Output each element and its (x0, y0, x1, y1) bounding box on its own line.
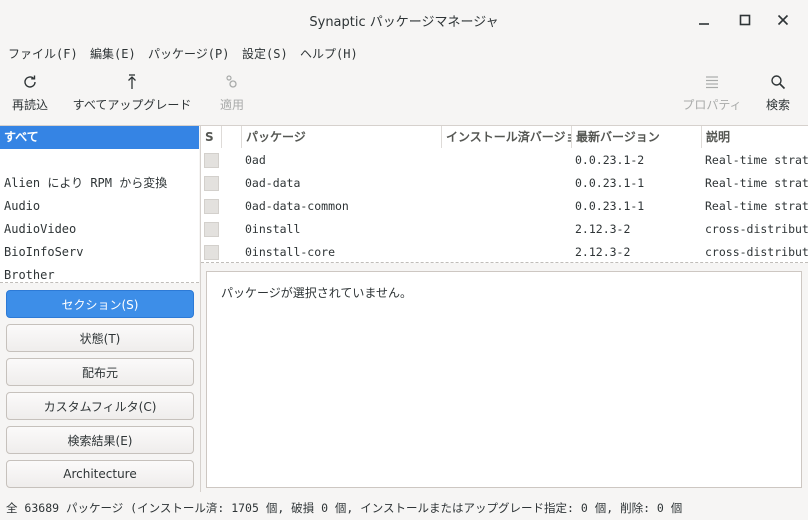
column-header-support[interactable] (221, 126, 241, 148)
table-row[interactable]: 0ad-data 0.0.23.1-1 Real-time strategy (201, 172, 808, 195)
package-description: cross-distribution (705, 222, 808, 236)
menu-edit[interactable]: 編集(E) (90, 45, 136, 62)
table-row[interactable]: 0install-core 2.12.3-2 cross-distributio… (201, 241, 808, 262)
package-status-checkbox[interactable] (204, 153, 219, 168)
category-item-blank[interactable] (0, 149, 199, 172)
column-header-status[interactable]: S (201, 126, 221, 148)
category-item-all[interactable]: すべて (0, 126, 199, 149)
column-header-description[interactable]: 説明 (701, 126, 808, 148)
window-title: Synaptic パッケージマネージャ (309, 15, 499, 30)
menu-settings[interactable]: 設定(S) (242, 45, 288, 62)
minimize-button[interactable] (692, 8, 716, 32)
latest-version: 0.0.23.1-1 (575, 199, 645, 213)
category-item-bioinfoserv[interactable]: BioInfoServ (0, 241, 199, 264)
package-details-pane: パッケージが選択されていません。 (206, 271, 802, 488)
status-bar: 全 63689 パッケージ (インストール済: 1705 個, 破損 0 個, … (6, 501, 683, 515)
table-row[interactable]: 0ad-data-common 0.0.23.1-1 Real-time str… (201, 195, 808, 218)
properties-button[interactable]: プロパティ (680, 74, 744, 113)
package-list: S パッケージ インストール済バージョン 最新バージョン 説明 0ad 0.0.… (201, 126, 808, 263)
origin-filter-button[interactable]: 配布元 (6, 358, 194, 386)
latest-version: 2.12.3-2 (575, 222, 631, 236)
architecture-filter-button[interactable]: Architecture (6, 460, 194, 488)
category-item-audio[interactable]: Audio (0, 195, 199, 218)
menu-bar: ファイル(F) 編集(E) パッケージ(P) 設定(S) ヘルプ(H) (0, 40, 808, 66)
table-row[interactable]: 0install 2.12.3-2 cross-distribution (201, 218, 808, 241)
properties-label: プロパティ (682, 98, 742, 112)
search-results-filter-button[interactable]: 検索結果(E) (6, 426, 194, 454)
package-status-checkbox[interactable] (204, 245, 219, 260)
search-icon (771, 75, 786, 90)
package-name: 0ad-data (245, 176, 301, 190)
installed-version (445, 172, 569, 195)
latest-version: 0.0.23.1-1 (575, 176, 645, 190)
installed-version (445, 195, 569, 218)
minimize-icon (699, 23, 709, 25)
sections-filter-button[interactable]: セクション(S) (6, 290, 194, 318)
custom-filter-button[interactable]: カスタムフィルタ(C) (6, 392, 194, 420)
apply-label: 適用 (219, 98, 244, 112)
close-button[interactable] (771, 8, 795, 32)
table-row[interactable]: 0ad 0.0.23.1-2 Real-time strategy (201, 149, 808, 172)
package-name: 0install-core (245, 245, 336, 259)
package-name: 0install (245, 222, 301, 236)
maximize-icon (739, 14, 751, 26)
reload-label: 再読込 (11, 98, 48, 112)
menu-file[interactable]: ファイル(F) (8, 45, 78, 62)
column-header-latest-version[interactable]: 最新バージョン (571, 126, 701, 148)
column-header-package[interactable]: パッケージ (241, 126, 441, 148)
package-status-checkbox[interactable] (204, 176, 219, 191)
upgrade-all-label: すべてアップグレード (72, 98, 192, 112)
category-item-alien[interactable]: Alien により RPM から変換 (0, 172, 199, 195)
package-description: Real-time strategy (705, 176, 808, 190)
no-package-selected-message: パッケージが選択されていません。 (221, 286, 413, 300)
gear-icon (226, 75, 237, 88)
status-filter-button[interactable]: 状態(T) (6, 324, 194, 352)
installed-version (445, 241, 569, 262)
category-list: すべて Alien により RPM から変換 Audio AudioVideo … (0, 126, 199, 283)
search-button[interactable]: 検索 (762, 74, 794, 113)
package-description: cross-distribution (705, 245, 808, 259)
installed-version (445, 218, 569, 241)
upgrade-all-button[interactable]: すべてアップグレード (70, 74, 194, 113)
maximize-button[interactable] (733, 8, 757, 32)
menu-help[interactable]: ヘルプ(H) (300, 45, 358, 62)
package-status-checkbox[interactable] (204, 199, 219, 214)
upgrade-arrow-icon (128, 74, 136, 89)
category-item-audiovideo[interactable]: AudioVideo (0, 218, 199, 241)
title-bar: Synaptic パッケージマネージャ (0, 0, 808, 40)
search-label: 検索 (765, 98, 790, 112)
close-icon (777, 14, 789, 26)
menu-package[interactable]: パッケージ(P) (148, 45, 229, 62)
column-header-installed-version[interactable]: インストール済バージョン (441, 126, 571, 148)
installed-version (445, 149, 569, 172)
toolbar: 再読込 すべてアップグレード 適用 プロパティ 検索 (0, 66, 808, 124)
category-item-brother[interactable]: Brother (0, 264, 199, 282)
package-name: 0ad-data-common (245, 199, 349, 213)
reload-icon (24, 75, 36, 88)
properties-icon (706, 76, 718, 89)
package-description: Real-time strategy (705, 199, 808, 213)
package-status-checkbox[interactable] (204, 222, 219, 237)
latest-version: 0.0.23.1-2 (575, 153, 645, 167)
package-name: 0ad (245, 153, 266, 167)
apply-button[interactable]: 適用 (216, 74, 248, 113)
reload-button[interactable]: 再読込 (10, 74, 50, 113)
latest-version: 2.12.3-2 (575, 245, 631, 259)
package-description: Real-time strategy (705, 153, 808, 167)
